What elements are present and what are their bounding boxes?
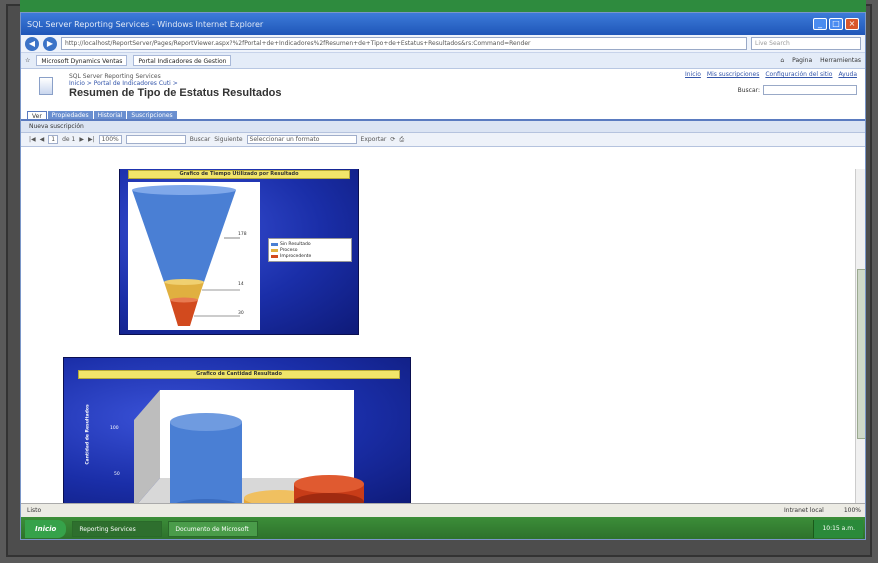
legend-item: Improcedente <box>271 253 349 259</box>
export-button[interactable]: Exportar <box>361 136 387 143</box>
report-toolbar: |◀ ◀ 1 de 1 ▶ ▶| 100% Buscar Siguiente S… <box>21 133 865 147</box>
funnel-mid-ellipse <box>164 279 204 285</box>
forward-icon[interactable]: ▶ <box>43 36 57 51</box>
report-tabs: Ver Propiedades Historial Suscripciones <box>21 111 865 121</box>
next-button[interactable]: Siguiente <box>214 136 242 143</box>
prev-page-icon[interactable]: ◀ <box>40 136 45 143</box>
first-page-icon[interactable]: |◀ <box>29 136 36 143</box>
refresh-icon[interactable]: ⟳ <box>390 136 395 143</box>
legend-label: Sin Resultado <box>280 241 311 247</box>
url-field[interactable]: http://localhost/ReportServer/Pages/Repo… <box>61 37 747 50</box>
tab-view[interactable]: Ver <box>27 111 47 120</box>
bar-y-axis-label: Cantidad de Resultados <box>85 404 91 465</box>
legend-swatch <box>271 248 278 252</box>
action-bar: Nueva suscripción <box>21 121 865 133</box>
browser-zoom[interactable]: 100% <box>844 507 861 514</box>
new-subscription-link[interactable]: Nueva suscripción <box>29 123 84 130</box>
scrollbar-thumb[interactable] <box>857 269 865 439</box>
bar-y-tick-50: 50 <box>114 472 120 477</box>
favorite-tab-2[interactable]: Portal Indicadores de Gestion <box>133 55 232 66</box>
vertical-scrollbar[interactable] <box>855 169 865 503</box>
home-icon[interactable]: ⌂ <box>780 57 784 64</box>
minimize-button[interactable]: _ <box>813 18 827 30</box>
top-banner <box>20 0 866 12</box>
title-bar: SQL Server Reporting Services - Windows … <box>21 13 865 35</box>
report-header: SQL Server Reporting Services Inicio > P… <box>21 69 865 111</box>
page-menu[interactable]: Pagina <box>792 57 812 64</box>
report-icon <box>39 77 53 95</box>
funnel-segment-3 <box>170 300 198 326</box>
funnel-value-label-2: 14 <box>238 282 244 287</box>
page-number-input[interactable]: 1 <box>48 135 59 144</box>
page-count: de 1 <box>62 136 76 143</box>
app-name: SQL Server Reporting Services <box>69 73 161 80</box>
status-text: Listo <box>27 507 42 514</box>
taskbar-item-document[interactable]: Documento de Microsoft <box>168 521 259 537</box>
breadcrumb[interactable]: Inicio > Portal de Indicadores Cuti > <box>69 80 178 87</box>
favorites-bar: ☆ Microsoft Dynamics Ventas Portal Indic… <box>21 53 865 69</box>
bar-sin-resultado <box>170 422 242 503</box>
funnel-chart-title: Grafico de Tiempo Utilizado por Resultad… <box>128 170 350 179</box>
taskbar: Inicio Reporting Services Documento de M… <box>21 517 865 539</box>
bar-y-tick-100: 100 <box>110 426 119 431</box>
funnel-value-label-3: 30 <box>238 311 244 316</box>
funnel-plot-area <box>128 182 260 330</box>
next-page-icon[interactable]: ▶ <box>79 136 84 143</box>
find-input[interactable] <box>125 135 186 144</box>
tab-history[interactable]: Historial <box>93 111 127 119</box>
window-title: SQL Server Reporting Services - Windows … <box>27 19 264 29</box>
taskbar-item-browser[interactable]: Reporting Services <box>72 521 163 537</box>
close-button[interactable]: × <box>845 18 859 30</box>
security-zone: Intranet local <box>784 507 824 514</box>
page-title: Resumen de Tipo de Estatus Resultados <box>69 87 282 99</box>
start-button[interactable]: Inicio <box>25 520 67 538</box>
header-links: Inicio Mis suscripciones Configuración d… <box>685 71 857 78</box>
bar-chart: Grafico de Cantidad Resultado Cantidad d… <box>63 357 411 503</box>
legend-swatch <box>271 242 278 246</box>
last-page-icon[interactable]: ▶| <box>88 136 95 143</box>
bar-svg <box>134 390 364 503</box>
browser-window: SQL Server Reporting Services - Windows … <box>20 12 866 540</box>
link-home[interactable]: Inicio <box>685 71 701 78</box>
report-search: Buscar: <box>738 85 857 95</box>
print-icon[interactable]: ⎙ <box>399 136 404 144</box>
funnel-svg <box>132 185 240 326</box>
tools-menu[interactable]: Herramientas <box>820 57 861 64</box>
funnel-low-ellipse <box>170 297 198 303</box>
funnel-value-label-1: 178 <box>238 232 247 237</box>
bar-chart-title: Grafico de Cantidad Resultado <box>78 370 400 379</box>
link-site-settings[interactable]: Configuración del sitio <box>765 71 832 78</box>
back-icon[interactable]: ◀ <box>25 36 39 51</box>
legend-label: Improcedente <box>280 253 312 259</box>
bar-sin-resultado-top <box>170 413 242 431</box>
search-label: Buscar: <box>737 86 760 94</box>
funnel-top-ellipse <box>132 185 236 195</box>
status-bar: Listo Intranet local 100% <box>21 503 865 517</box>
report-content: Grafico de Tiempo Utilizado por Resultad… <box>21 169 865 503</box>
favorites-star-icon[interactable]: ☆ <box>25 57 30 64</box>
legend-label: Proceso <box>280 247 298 253</box>
funnel-chart: Grafico de Tiempo Utilizado por Resultad… <box>119 169 359 335</box>
funnel-segment-1 <box>132 190 236 282</box>
maximize-button[interactable]: □ <box>829 18 843 30</box>
browser-search-input[interactable]: Live Search <box>751 37 861 50</box>
system-tray-clock: 10:15 a.m. <box>813 520 863 538</box>
favorite-tab-1[interactable]: Microsoft Dynamics Ventas <box>36 55 128 66</box>
link-subscriptions[interactable]: Mis suscripciones <box>707 71 759 78</box>
tab-subscriptions[interactable]: Suscripciones <box>127 111 177 119</box>
bar-improcedente-top <box>294 475 364 493</box>
funnel-legend: Sin Resultado Proceso Improcedente <box>268 238 352 262</box>
search-input[interactable] <box>763 85 857 95</box>
legend-swatch <box>271 254 278 258</box>
find-button[interactable]: Buscar <box>190 136 211 143</box>
link-help[interactable]: Ayuda <box>838 71 857 78</box>
zoom-select[interactable]: 100% <box>98 135 122 144</box>
export-format-select[interactable]: Seleccionar un formato <box>246 135 357 144</box>
tab-properties[interactable]: Propiedades <box>47 111 93 119</box>
address-bar: ◀ ▶ http://localhost/ReportServer/Pages/… <box>21 35 865 53</box>
